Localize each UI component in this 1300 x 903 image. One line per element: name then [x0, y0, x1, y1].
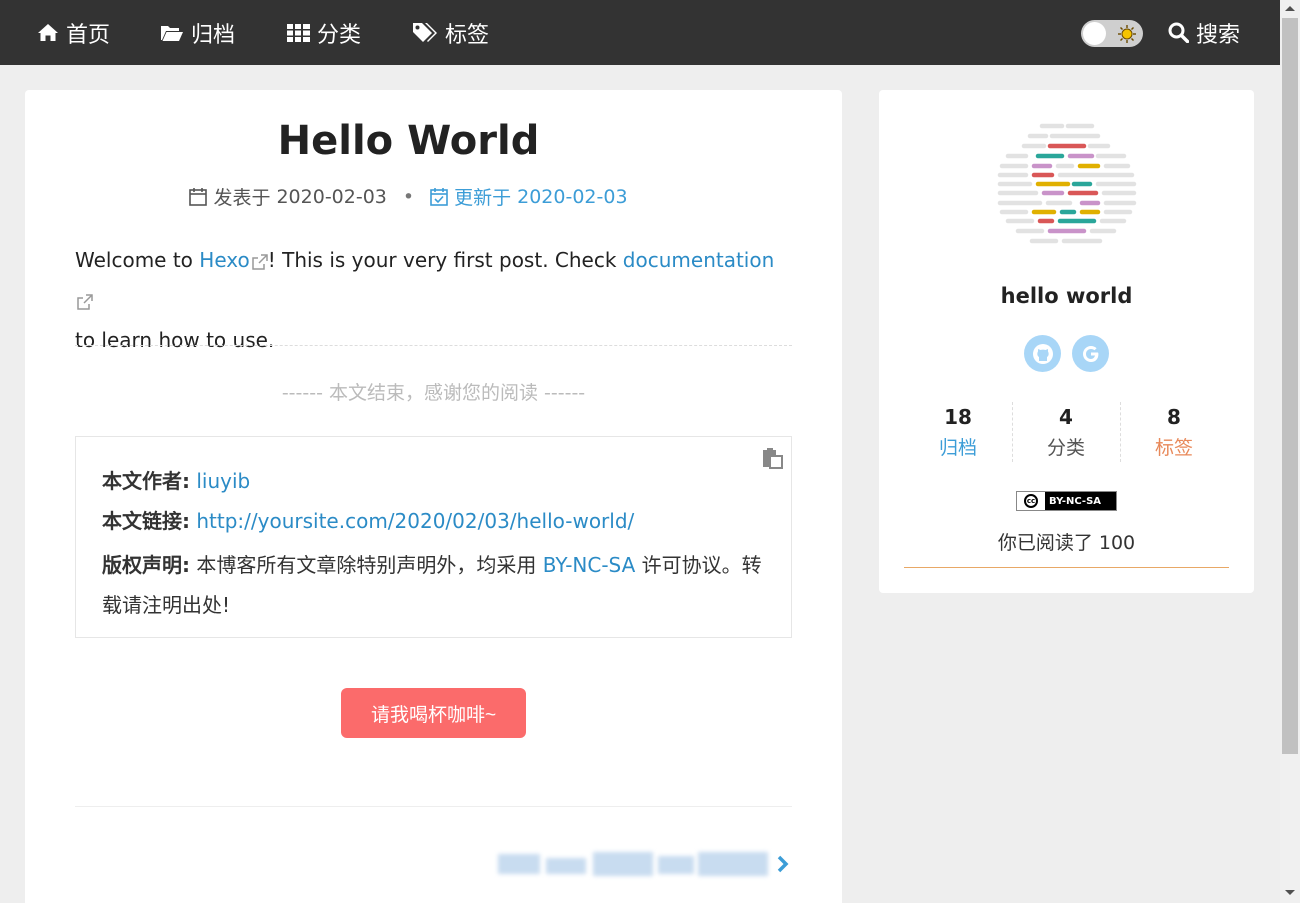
grid-icon — [287, 23, 310, 42]
body-text: Welcome to — [75, 248, 200, 272]
license-link[interactable]: BY-NC-SA — [543, 553, 636, 577]
published-label: 发表于 — [213, 187, 271, 209]
copyright-license-row: 版权声明: 本博客所有文章除特别声明外，均采用 BY-NC-SA 许可协议。转 … — [102, 545, 772, 625]
categories-label: 分类 — [1046, 437, 1085, 459]
nav-archives-label: 归档 — [191, 22, 236, 48]
updated-label: 更新于 — [454, 187, 512, 209]
scroll-up-icon[interactable] — [1285, 6, 1295, 11]
google-icon — [1082, 345, 1098, 362]
post-permalink[interactable]: http://yoursite.com/2020/02/03/hello-wor… — [196, 509, 634, 533]
copyright-box: 本文作者: liuyib 本文链接: http://yoursite.com/2… — [75, 436, 792, 638]
cc-license-badge[interactable]: cc BY-NC-SA — [1016, 491, 1117, 511]
license-text-after: 许可协议。转 — [641, 553, 762, 577]
cc-icon: cc — [1017, 492, 1045, 510]
cc-license-text: BY-NC-SA — [1049, 495, 1102, 507]
stat-categories[interactable]: 4 分类 — [1012, 400, 1120, 462]
scroll-down-icon[interactable] — [1285, 890, 1295, 895]
nav-categories-label: 分类 — [317, 22, 362, 48]
search-label: 搜索 — [1196, 22, 1241, 48]
post-title: Hello World — [277, 118, 540, 164]
copy-icon[interactable] — [762, 447, 784, 469]
stat-tags[interactable]: 8 标签 — [1120, 400, 1228, 462]
hexo-link[interactable]: Hexo — [199, 248, 249, 272]
theme-toggle[interactable] — [1081, 20, 1143, 47]
license-label: 版权声明: — [102, 553, 190, 577]
read-progress-bar — [904, 567, 1229, 568]
nav-item-home[interactable]: 首页 — [37, 0, 110, 65]
tags-label: 标签 — [1154, 437, 1193, 459]
search-icon — [1168, 22, 1189, 43]
copyright-author-row: 本文作者: liuyib — [102, 465, 250, 494]
navbar: 首页 归档 分类 标签 搜索 — [0, 0, 1280, 65]
next-post-link[interactable] — [498, 850, 773, 880]
documentation-link[interactable]: documentation — [623, 248, 774, 272]
body-text: to learn how to use. — [75, 328, 275, 352]
nav-tags-label: 标签 — [445, 22, 490, 48]
tags-icon — [413, 22, 437, 42]
scrollbar[interactable] — [1280, 0, 1300, 903]
nav-item-categories[interactable]: 分类 — [287, 0, 361, 65]
content-divider — [75, 345, 792, 346]
google-link[interactable] — [1072, 335, 1109, 372]
external-link-icon — [251, 253, 268, 270]
calendar-check-icon — [430, 188, 448, 206]
license-text: 本博客所有文章除特别声明外，均采用 — [196, 553, 537, 577]
home-icon — [38, 24, 58, 41]
post-meta: 发表于 2020-02-03 • 更新于 2020-02-03 — [0, 183, 817, 210]
copyright-link-row: 本文链接: http://yoursite.com/2020/02/03/hel… — [102, 505, 634, 534]
avatar — [997, 123, 1137, 244]
nav-home-label: 首页 — [66, 22, 111, 48]
categories-count: 4 — [1059, 405, 1073, 429]
calendar-icon — [189, 188, 208, 206]
license-text-line2: 载请注明出处! — [102, 593, 231, 617]
link-label: 本文链接: — [102, 509, 190, 533]
nav-item-tags[interactable]: 标签 — [412, 0, 489, 65]
stat-archives[interactable]: 18 归档 — [904, 400, 1012, 462]
donate-button[interactable]: 请我喝杯咖啡~ — [341, 688, 526, 738]
sun-icon — [1118, 25, 1136, 43]
meta-separator: • — [402, 185, 415, 208]
author-link[interactable]: liuyib — [196, 469, 250, 493]
external-link-icon — [77, 293, 93, 310]
github-icon — [1032, 343, 1053, 364]
post-body: Welcome to Hexo ! This is your very first… — [75, 240, 792, 360]
site-name: hello world — [1000, 284, 1133, 308]
post-end-text: ------ 本文结束，感谢您的阅读 ------ — [281, 382, 586, 404]
author-label: 本文作者: — [102, 469, 190, 493]
updated-meta: 更新于 2020-02-03 — [430, 183, 628, 210]
updated-date: 2020-02-03 — [517, 185, 628, 208]
search-button[interactable]: 搜索 — [1168, 0, 1240, 65]
cc-mark: cc — [1024, 494, 1038, 508]
body-text: ! This is your very first post. Check — [267, 248, 623, 272]
github-link[interactable] — [1024, 335, 1061, 372]
read-progress-text: 你已阅读了 100 — [997, 532, 1136, 554]
published-date: 2020-02-03 — [276, 185, 387, 208]
toggle-knob — [1083, 22, 1106, 45]
post-nav-divider — [75, 806, 792, 807]
scroll-thumb[interactable] — [1282, 18, 1298, 754]
archives-label: 归档 — [938, 437, 977, 459]
folder-open-icon — [161, 25, 183, 41]
nav-item-archives[interactable]: 归档 — [160, 0, 235, 65]
archives-count: 18 — [944, 405, 972, 429]
tags-count: 8 — [1167, 405, 1181, 429]
chevron-right-icon[interactable] — [776, 855, 790, 873]
